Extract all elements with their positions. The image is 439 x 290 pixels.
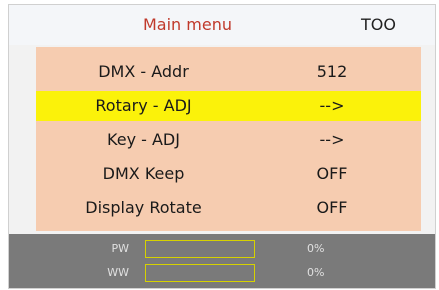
model-code: TOO <box>361 15 396 34</box>
status-value: 0% <box>307 242 325 255</box>
header: Main menu TOO <box>9 5 435 45</box>
menu-item-value: 512 <box>316 62 348 81</box>
status-panel: PW 0% WW 0% <box>9 234 435 288</box>
menu-item-dmx-keep[interactable]: DMX Keep OFF <box>36 159 421 189</box>
menu-item-rotary-adj[interactable]: Rotary - ADJ --> <box>36 91 421 121</box>
menu-item-value: --> <box>319 130 345 149</box>
status-value: 0% <box>307 266 325 279</box>
menu-item-label: DMX - Addr <box>98 62 189 81</box>
menu-item-label: Rotary - ADJ <box>95 96 192 115</box>
main-menu: DMX - Addr 512 Rotary - ADJ --> Key - AD… <box>36 47 421 231</box>
status-row-pw: PW 0% <box>9 238 435 260</box>
level-bar <box>145 264 255 282</box>
lcd-screen: Main menu TOO DMX - Addr 512 Rotary - AD… <box>8 4 436 289</box>
status-row-ww: WW 0% <box>9 262 435 284</box>
menu-item-label: DMX Keep <box>102 164 185 183</box>
menu-item-dmx-addr[interactable]: DMX - Addr 512 <box>36 57 421 87</box>
menu-item-value: OFF <box>316 164 348 183</box>
page-title: Main menu <box>143 15 232 34</box>
menu-item-display-rotate[interactable]: Display Rotate OFF <box>36 193 421 223</box>
menu-item-label: Key - ADJ <box>107 130 180 149</box>
status-label: PW <box>111 242 129 255</box>
level-bar <box>145 240 255 258</box>
device-display: Main menu TOO DMX - Addr 512 Rotary - AD… <box>0 0 439 290</box>
menu-item-key-adj[interactable]: Key - ADJ --> <box>36 125 421 155</box>
menu-item-label: Display Rotate <box>85 198 202 217</box>
status-label: WW <box>107 266 129 279</box>
menu-item-value: OFF <box>316 198 348 217</box>
menu-item-value: --> <box>319 96 345 115</box>
